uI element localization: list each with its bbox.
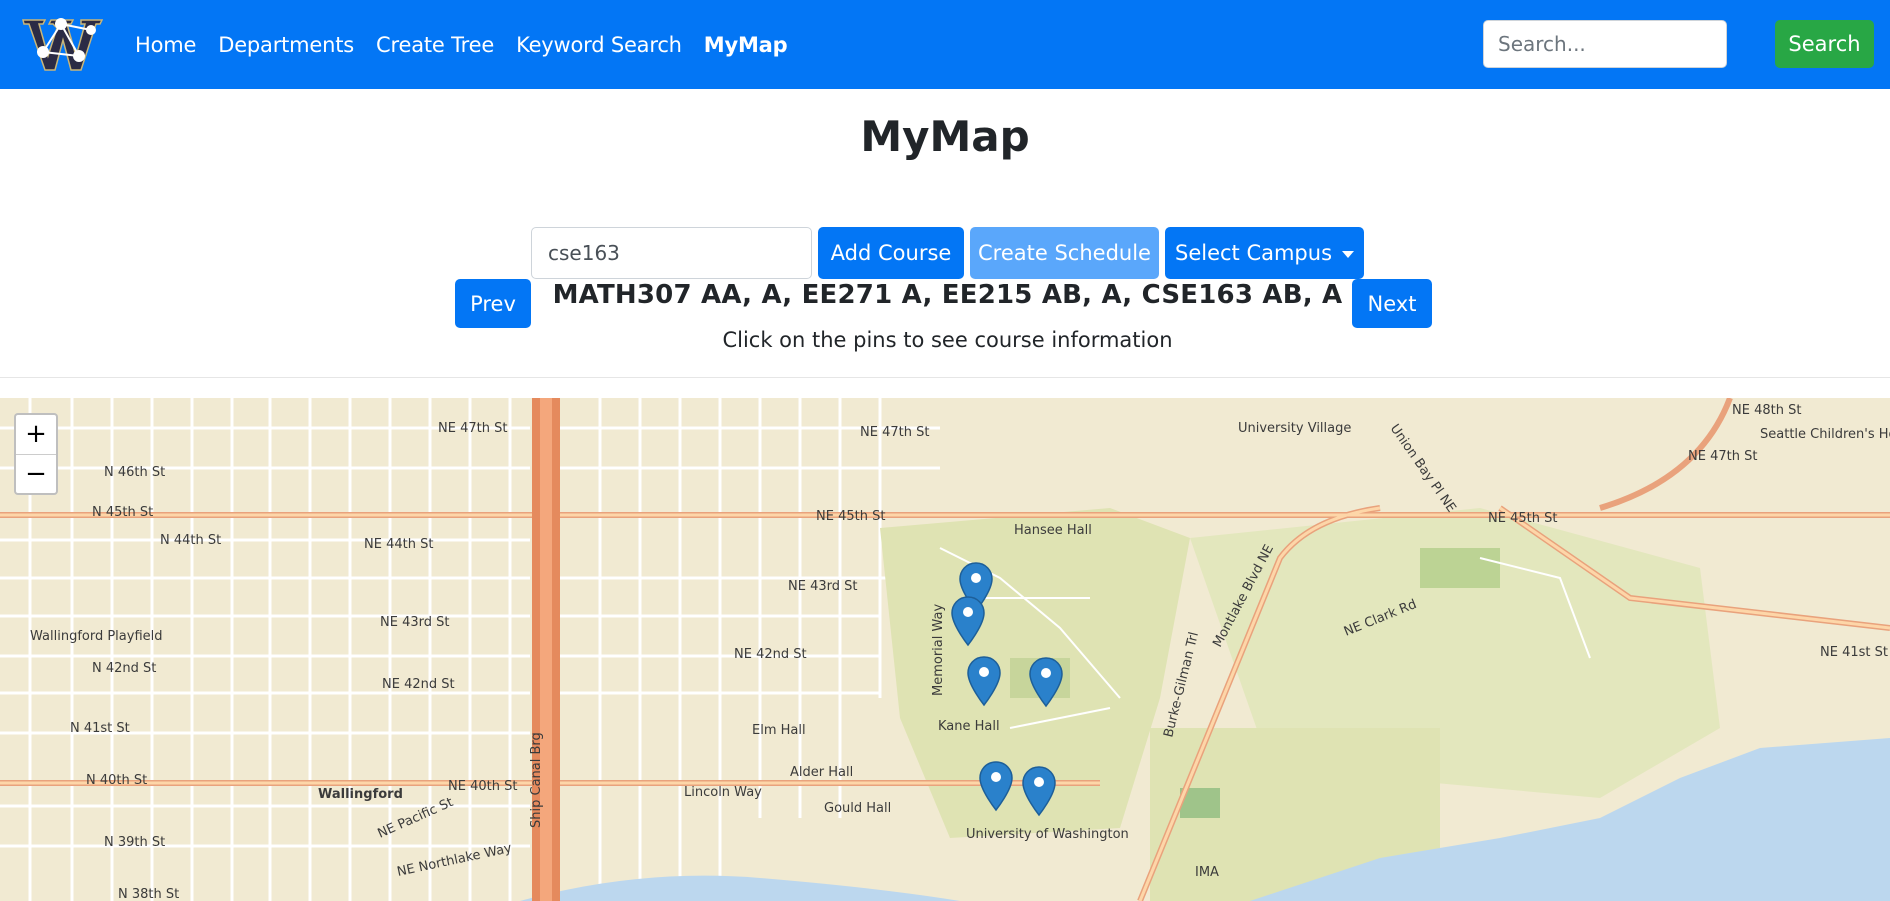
- select-campus-label: Select Campus: [1174, 241, 1333, 265]
- map-label-ne47c: NE 47th St: [1688, 449, 1757, 464]
- map-label-ne40: NE 40th St: [448, 779, 517, 794]
- map-label-ne43: NE 43rd St: [380, 615, 449, 630]
- map-label-ne41: NE 41st St: [1820, 645, 1888, 660]
- course-input[interactable]: [531, 227, 812, 279]
- next-button[interactable]: Next: [1352, 279, 1432, 328]
- map-label-ne45b: NE 45th St: [1488, 511, 1557, 526]
- navbar: Home Departments Create Tree Keyword Sea…: [0, 0, 1890, 89]
- map-label-ne44: NE 44th St: [364, 537, 433, 552]
- hint-text: Click on the pins to see course informat…: [722, 328, 1173, 352]
- zoom-out-button[interactable]: −: [16, 455, 56, 494]
- map-label-ima: IMA: [1195, 865, 1219, 880]
- nav-keyword-search-link[interactable]: Keyword Search: [516, 33, 682, 57]
- map-label-ne45: NE 45th St: [816, 509, 885, 524]
- schedule-text: MATH307 AA, A, EE271 A, EE215 AB, A, CSE…: [552, 280, 1343, 310]
- map-label-ne43b: NE 43rd St: [788, 579, 857, 594]
- map-label-ne47: NE 47th St: [438, 421, 507, 436]
- map-label-ship-canal: Ship Canal Brg: [529, 732, 544, 828]
- course-pin-2[interactable]: [950, 595, 986, 647]
- map-label-n41: N 41st St: [70, 721, 130, 736]
- map-label-hansee: Hansee Hall: [1014, 523, 1092, 538]
- map-label-lincoln: Lincoln Way: [684, 785, 762, 800]
- map-label-n39: N 39th St: [104, 835, 165, 850]
- map-label-ne48: NE 48th St: [1732, 403, 1801, 418]
- map-label-ne42b: NE 42nd St: [734, 647, 807, 662]
- nav-departments-link[interactable]: Departments: [218, 33, 354, 57]
- map-label-uw: University of Washington: [966, 827, 1129, 842]
- map-label-n46: N 46th St: [104, 465, 165, 480]
- course-pin-5[interactable]: [978, 760, 1014, 812]
- course-pin-6[interactable]: [1021, 765, 1057, 817]
- zoom-in-button[interactable]: +: [16, 415, 56, 455]
- map-label-n44: N 44th St: [160, 533, 221, 548]
- map-label-kane: Kane Hall: [938, 719, 1000, 734]
- map-label-n45: N 45th St: [92, 505, 153, 520]
- zoom-control: + −: [14, 413, 58, 495]
- map-label-univ-village: University Village: [1238, 421, 1351, 436]
- course-pin-3[interactable]: [966, 655, 1002, 707]
- map-label-elm: Elm Hall: [752, 723, 806, 738]
- map-label-n42: N 42nd St: [92, 661, 156, 676]
- divider: [0, 377, 1890, 378]
- uw-logo-icon[interactable]: [21, 16, 104, 74]
- map[interactable]: NE 47th St NE 47th St N 46th St N 45th S…: [0, 398, 1890, 901]
- map-label-seattle-childrens: Seattle Children's Hospital: [1760, 427, 1890, 442]
- caret-down-icon: [1342, 250, 1355, 258]
- course-pin-4[interactable]: [1028, 656, 1064, 708]
- map-label-memorial: Memorial Way: [931, 604, 946, 696]
- map-label-gould: Gould Hall: [824, 801, 891, 816]
- prev-button[interactable]: Prev: [455, 279, 531, 328]
- map-label-wallingford: Wallingford: [318, 787, 403, 802]
- select-campus-dropdown[interactable]: Select Campus: [1165, 227, 1364, 279]
- nav-links: Home Departments Create Tree Keyword Sea…: [135, 0, 809, 89]
- map-label-wallingford-playfield: Wallingford Playfield: [30, 629, 163, 644]
- add-course-button[interactable]: Add Course: [818, 227, 964, 279]
- create-schedule-button[interactable]: Create Schedule: [970, 227, 1159, 279]
- map-tiles: NE 47th St NE 47th St N 46th St N 45th S…: [0, 398, 1890, 901]
- nav-home-link[interactable]: Home: [135, 33, 196, 57]
- page-title: MyMap: [860, 112, 1030, 161]
- map-label-n40: N 40th St: [86, 773, 147, 788]
- nav-search-button[interactable]: Search: [1775, 20, 1874, 68]
- nav-search-input[interactable]: [1483, 20, 1727, 68]
- map-label-n38: N 38th St: [118, 887, 179, 901]
- map-label-ne42: NE 42nd St: [382, 677, 455, 692]
- map-label-alder: Alder Hall: [790, 765, 853, 780]
- nav-mymap-link[interactable]: MyMap: [704, 33, 788, 57]
- map-label-ne47b: NE 47th St: [860, 425, 929, 440]
- nav-create-tree-link[interactable]: Create Tree: [376, 33, 494, 57]
